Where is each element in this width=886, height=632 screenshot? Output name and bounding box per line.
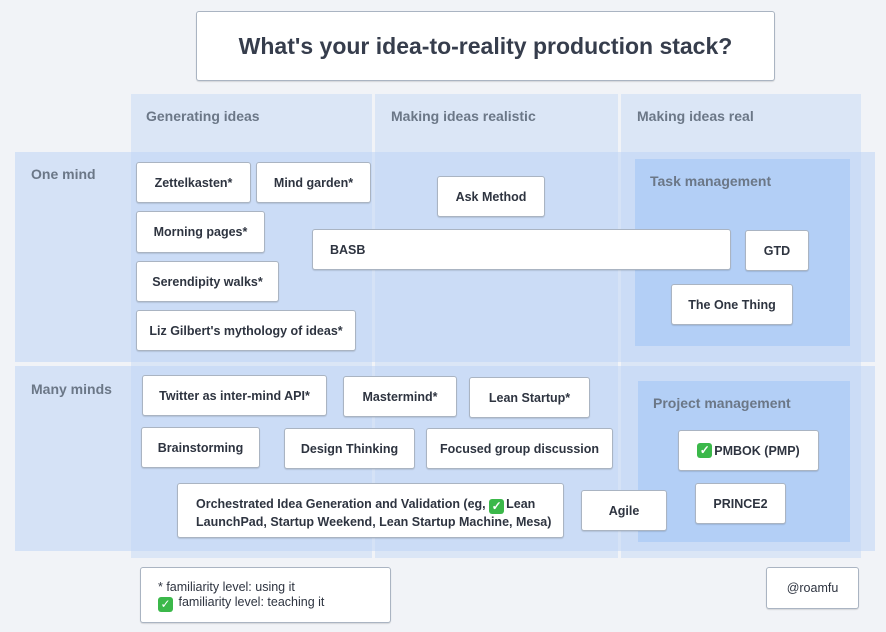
card-the-one-thing[interactable]: The One Thing (671, 284, 793, 325)
card-morning-pages[interactable]: Morning pages* (136, 211, 265, 253)
row-header-one-mind: One mind (31, 166, 96, 182)
card-gtd[interactable]: GTD (745, 230, 809, 271)
page-title: What's your idea-to-reality production s… (196, 11, 775, 81)
card-brainstorming[interactable]: Brainstorming (141, 427, 260, 468)
author-handle: @roamfu (766, 567, 859, 609)
card-agile[interactable]: Agile (581, 490, 667, 531)
legend-teaching: familiarity level: teaching it (178, 595, 325, 609)
card-zettelkasten[interactable]: Zettelkasten* (136, 162, 251, 203)
card-serendipity-walks[interactable]: Serendipity walks* (136, 261, 279, 302)
orchestrated-text-1b: Lean (506, 497, 536, 511)
card-ask-method[interactable]: Ask Method (437, 176, 545, 217)
legend-box: * familiarity level: using it ✓ familiar… (140, 567, 391, 623)
subgroup-label-task: Task management (650, 173, 772, 189)
card-focused-group[interactable]: Focused group discussion (426, 428, 613, 469)
card-lean-startup[interactable]: Lean Startup* (469, 377, 590, 418)
column-header-realistic: Making ideas realistic (391, 108, 536, 124)
row-header-many-minds: Many minds (31, 381, 112, 397)
subgroup-label-project: Project management (653, 395, 791, 411)
legend-using: * familiarity level: using it (158, 580, 295, 594)
orchestrated-text-2: LaunchPad, Startup Weekend, Lean Startup… (196, 515, 552, 529)
pmbok-label: PMBOK (PMP) (714, 443, 800, 458)
card-liz-gilbert[interactable]: Liz Gilbert's mythology of ideas* (136, 310, 356, 351)
column-header-real: Making ideas real (637, 108, 754, 124)
teaching-check-icon: ✓ (697, 443, 713, 458)
card-mind-garden[interactable]: Mind garden* (256, 162, 371, 203)
card-basb[interactable]: BASB (312, 229, 731, 270)
card-prince2[interactable]: PRINCE2 (695, 483, 786, 524)
teaching-check-icon: ✓ (489, 499, 505, 514)
teaching-check-icon: ✓ (158, 597, 173, 612)
card-mastermind[interactable]: Mastermind* (343, 376, 457, 417)
card-orchestrated-idea-generation[interactable]: Orchestrated Idea Generation and Validat… (177, 483, 564, 538)
card-twitter-api[interactable]: Twitter as inter-mind API* (142, 375, 327, 416)
card-design-thinking[interactable]: Design Thinking (284, 428, 415, 469)
card-pmbok[interactable]: ✓ PMBOK (PMP) (678, 430, 819, 471)
orchestrated-text-1: Orchestrated Idea Generation and Validat… (196, 497, 486, 511)
column-header-generating: Generating ideas (146, 108, 260, 124)
